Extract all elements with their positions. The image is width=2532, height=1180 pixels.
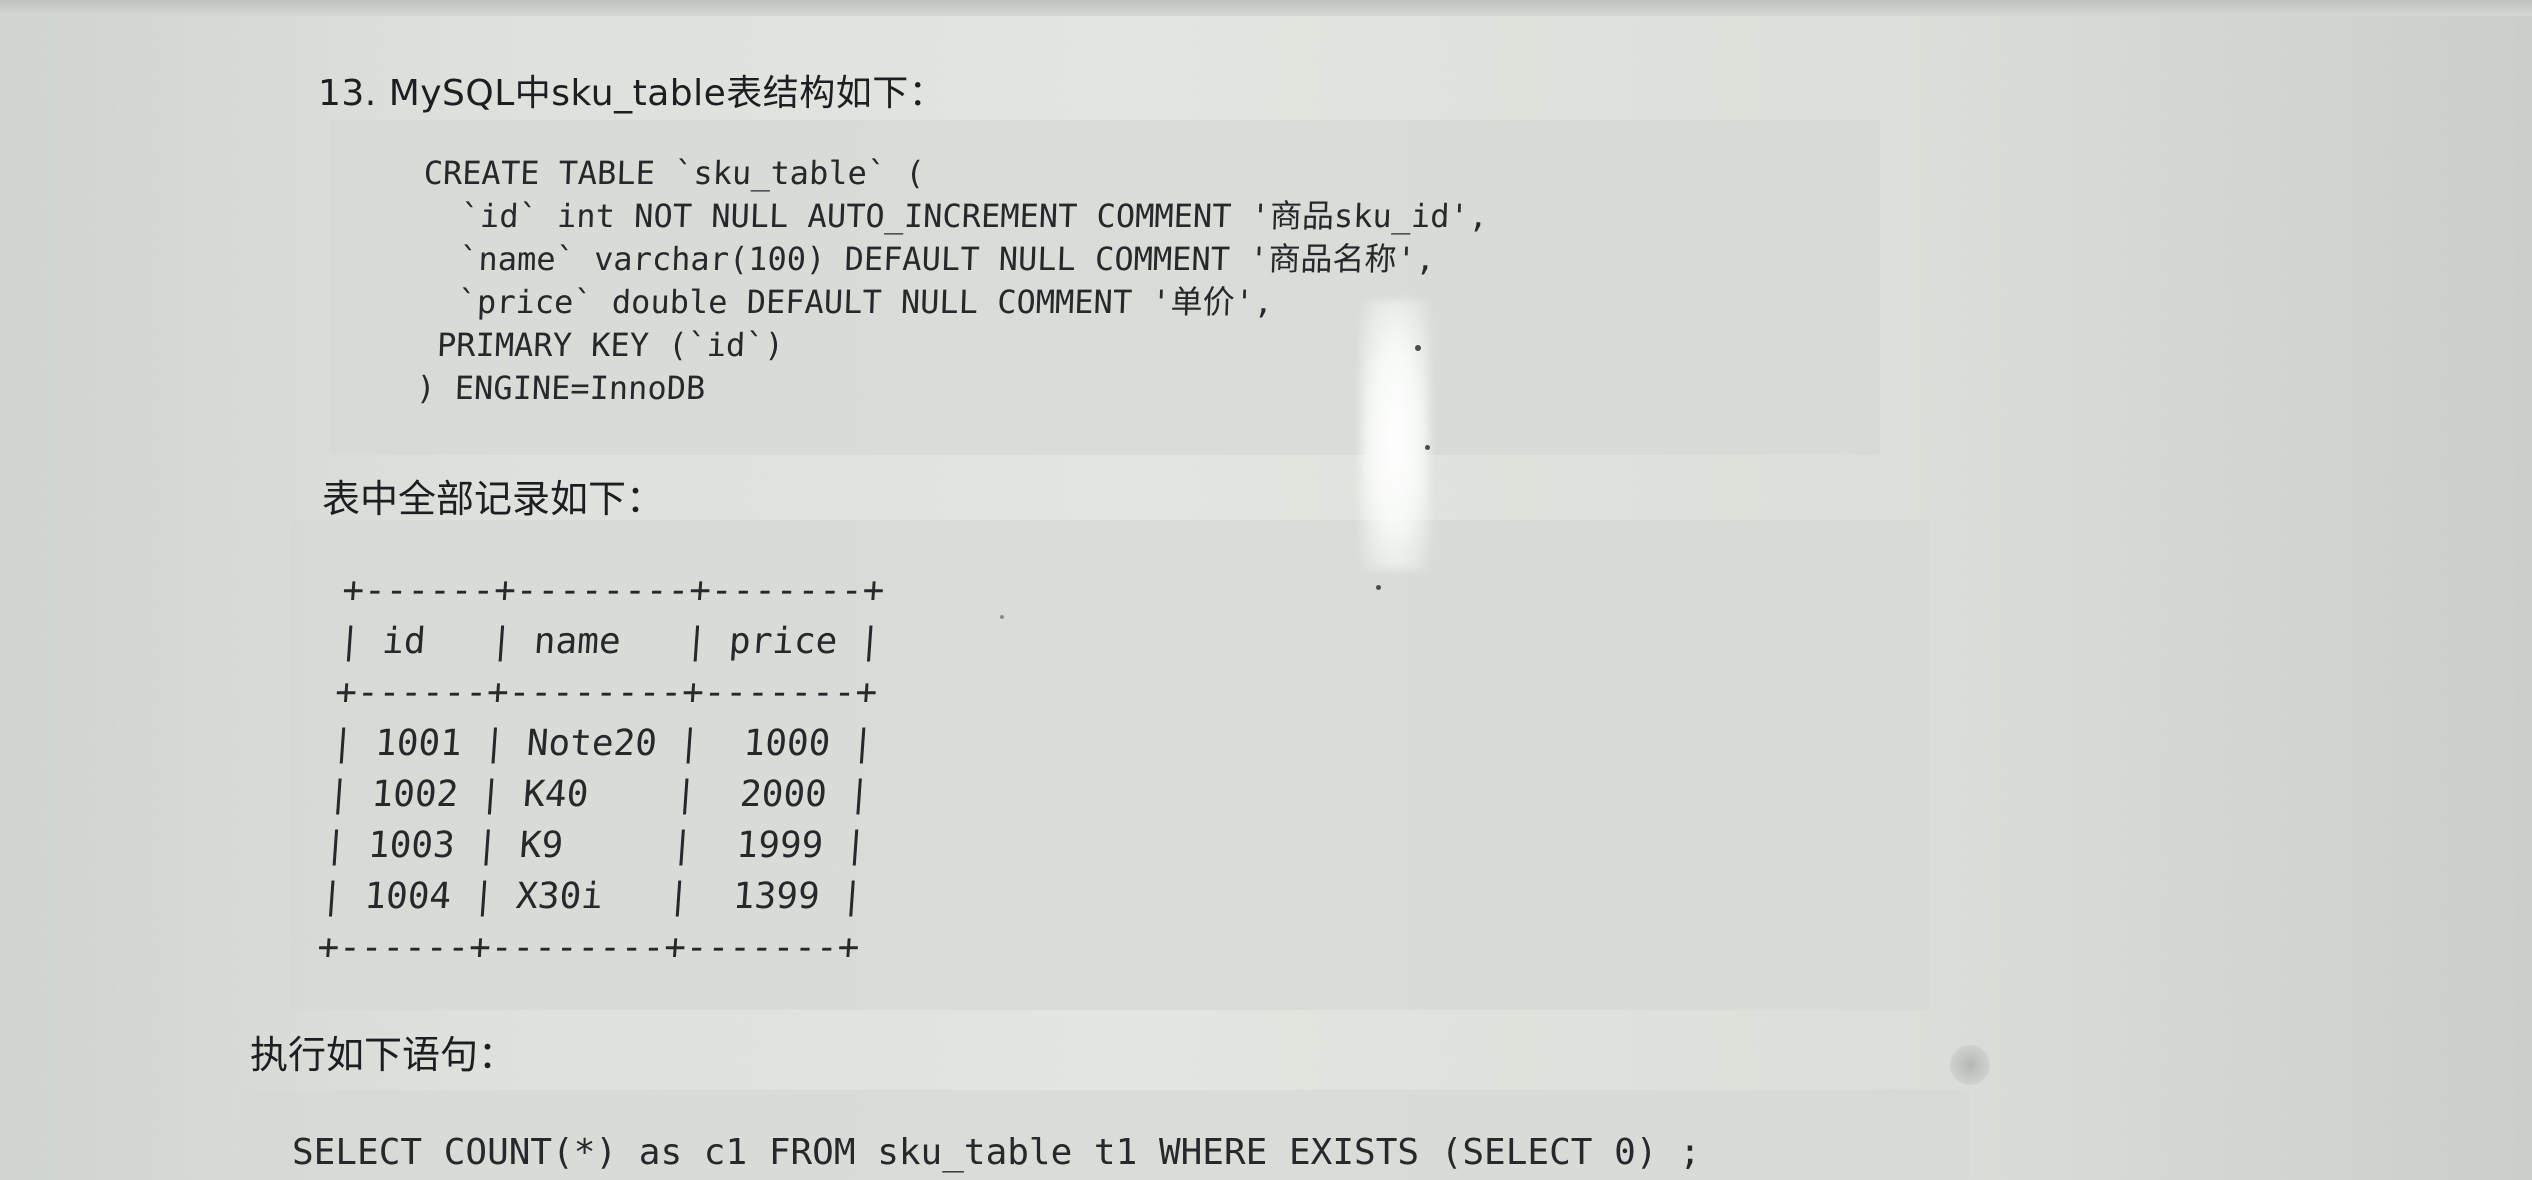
dust-speck bbox=[1000, 615, 1004, 619]
screen-glare bbox=[1360, 300, 1430, 570]
question-title: 13. MySQL中sku_table表结构如下： bbox=[318, 73, 946, 114]
screen-smudge bbox=[1950, 1045, 1990, 1085]
dust-speck bbox=[1415, 345, 1421, 351]
create-statement-line: PRIMARY KEY (`id`) bbox=[417, 326, 785, 364]
table-row: | 1004 | X30i | 1399 | bbox=[319, 876, 865, 917]
create-statement-line: `price` double DEFAULT NULL COMMENT '单价'… bbox=[418, 283, 1274, 321]
records-label: 表中全部记录如下： bbox=[322, 477, 665, 521]
create-statement-line: ) ENGINE=InnoDB bbox=[415, 369, 706, 407]
create-statement-line: `name` varchar(100) DEFAULT NULL COMMENT… bbox=[420, 240, 1436, 278]
table-header-row: | id | name | price | bbox=[337, 621, 883, 662]
screen-top-edge bbox=[0, 0, 2532, 16]
execute-label: 执行如下语句： bbox=[250, 1033, 517, 1077]
table-border: +------+--------+-------+ bbox=[316, 927, 861, 968]
table-border: +------+--------+-------+ bbox=[341, 570, 886, 611]
table-border: +------+--------+-------+ bbox=[333, 672, 879, 713]
select-statement: SELECT COUNT(*) as c1 FROM sku_table t1 … bbox=[292, 1132, 1701, 1173]
table-row: | 1001 | Note20 | 1000 | bbox=[330, 723, 876, 764]
create-statement-line: CREATE TABLE `sku_table` ( bbox=[423, 154, 926, 192]
dust-speck bbox=[1376, 585, 1381, 590]
table-row: | 1002 | K40 | 2000 | bbox=[326, 774, 872, 815]
records-table: +------+--------+-------+ | id | name | … bbox=[316, 565, 886, 973]
create-statement-line: `id` int NOT NULL AUTO_INCREMENT COMMENT… bbox=[421, 197, 1489, 235]
create-table-statement: CREATE TABLE `sku_table` ( `id` int NOT … bbox=[415, 152, 1490, 410]
dust-speck bbox=[1425, 445, 1430, 450]
table-row: | 1003 | K9 | 1999 | bbox=[323, 825, 868, 866]
